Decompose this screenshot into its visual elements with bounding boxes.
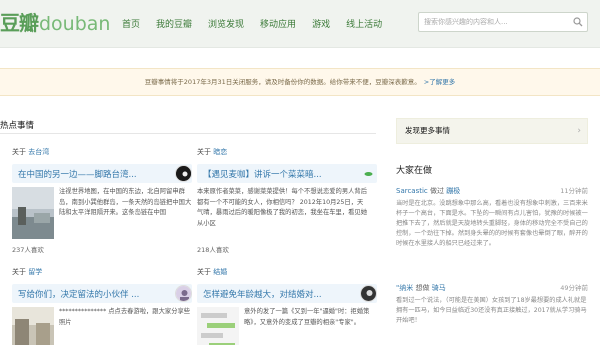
card-title[interactable]: 在中国的另一边——脚路台湾... bbox=[18, 168, 137, 180]
hot-card: 关于 留学 写给你们，决定留法的小伙伴 ... *************** … bbox=[12, 266, 192, 345]
nav-explore[interactable]: 浏览发现 bbox=[208, 17, 244, 30]
nav-my-douban[interactable]: 我的豆瓣 bbox=[156, 17, 192, 30]
card-topic: 关于 暗恋 bbox=[197, 148, 228, 156]
main-nav: 首页 我的豆瓣 浏览发现 移动应用 游戏 线上活动 bbox=[122, 17, 398, 30]
learn-more-link[interactable]: >了解更多 bbox=[424, 78, 455, 86]
card-excerpt: 本来原作者菜菜，感谢菜菜提供！每个不想说恋爱的男人背后都有一个不可能的女人，你相… bbox=[197, 188, 367, 227]
card-header[interactable]: 写给你们，决定留法的小伙伴 ... bbox=[12, 284, 192, 303]
nav-mobile-apps[interactable]: 移动应用 bbox=[260, 17, 296, 30]
card-thumbnail[interactable] bbox=[197, 307, 239, 345]
feed-text: 当时是在北京。没跳想象中那么高，看着也没有想象中刺激，三百来米杯子一个高台，下面… bbox=[396, 200, 588, 247]
card-title[interactable]: 写给你们，决定留法的小伙伴 ... bbox=[18, 288, 139, 300]
feed-timestamp: 11分钟前 bbox=[560, 187, 588, 195]
douban-logo[interactable]: 豆瓣 douban bbox=[0, 9, 110, 37]
nav-games[interactable]: 游戏 bbox=[312, 17, 330, 30]
nav-home[interactable]: 首页 bbox=[122, 17, 140, 30]
top-navigation-bar: 豆瓣 douban 首页 我的豆瓣 浏览发现 移动应用 游戏 线上活动 bbox=[0, 0, 600, 48]
card-thumbnail[interactable] bbox=[12, 307, 54, 345]
hot-card: 关于 结婚 怎样避免年龄越大，对结婚对... 意外的发了一篇《又到一年"逼婚"时… bbox=[197, 266, 377, 345]
feed-user-link[interactable]: "纳米 bbox=[396, 284, 413, 292]
street-photo-icon bbox=[12, 307, 54, 345]
logo-english: douban bbox=[39, 13, 111, 35]
notice-text: 豆瓣事情将于2017年3月31日关闭服务，请及时备份你的数据。给你带来不便，豆瓣… bbox=[144, 78, 421, 86]
feed-action: 做过 bbox=[430, 187, 445, 195]
nav-online-events[interactable]: 线上活动 bbox=[346, 17, 382, 30]
feed-text: 看到过一个说法，（可能是在美国）女孩到了18岁最想要的成人礼就是拥有一匹马，如今… bbox=[396, 297, 587, 324]
search-input[interactable] bbox=[419, 13, 569, 31]
avatar-image-icon bbox=[176, 166, 191, 181]
leaf-icon bbox=[364, 172, 373, 176]
search-icon[interactable] bbox=[573, 17, 583, 27]
card-topic: 关于 去台湾 bbox=[12, 148, 50, 156]
topic-link[interactable]: 结婚 bbox=[213, 268, 227, 276]
card-thumbnail[interactable] bbox=[12, 187, 54, 239]
shutdown-notice: 豆瓣事情将于2017年3月31日关闭服务，请及时备份你的数据。给你带来不便，豆瓣… bbox=[0, 68, 600, 96]
card-header[interactable]: 【遇见麦咖】讲诉一个菜菜暗... bbox=[197, 164, 377, 183]
card-topic: 关于 留学 bbox=[12, 268, 43, 276]
card-excerpt: 意外的发了一篇《又到一年"逼婚"时：拒婚策略》，又意外的变成了豆瓣的相亲"专家"… bbox=[244, 308, 370, 326]
avatar[interactable] bbox=[175, 285, 192, 302]
everyone-doing-heading: 大家在做 bbox=[396, 166, 433, 176]
topic-link[interactable]: 暗恋 bbox=[213, 148, 227, 156]
card-excerpt: 注视世界地图，在中国的东边，北自阿留申群岛，南到小巽他群岛，一条天然的岛链把中国… bbox=[59, 188, 192, 216]
card-header[interactable]: 在中国的另一边——脚路台湾... bbox=[12, 164, 192, 183]
feed-action: 想做 bbox=[415, 284, 430, 292]
chat-screenshot-icon bbox=[197, 307, 239, 345]
card-title[interactable]: 怎样避免年龄越大，对结婚对... bbox=[203, 288, 322, 300]
avatar[interactable] bbox=[360, 285, 377, 302]
card-header[interactable]: 怎样避免年龄越大，对结婚对... bbox=[197, 284, 377, 303]
section-divider bbox=[0, 133, 376, 134]
discover-more-button[interactable]: 发现更多事情 › bbox=[396, 118, 588, 144]
likes-count: 218人喜欢 bbox=[197, 246, 229, 254]
activity-feed-item: Sarcastic 做过 蹦极 11分钟前 当时是在北京。没跳想象中那么高，看着… bbox=[396, 186, 588, 259]
discover-more-label: 发现更多事情 bbox=[405, 126, 450, 135]
feed-timestamp: 49分钟前 bbox=[560, 284, 588, 292]
portrait-icon bbox=[176, 286, 191, 301]
hot-topics-heading: 热点事情 bbox=[0, 121, 35, 131]
topic-link[interactable]: 留学 bbox=[28, 268, 42, 276]
logo-chinese: 豆瓣 bbox=[0, 11, 39, 35]
feed-event-link[interactable]: 骑马 bbox=[432, 284, 446, 292]
hot-card: 关于 去台湾 在中国的另一边——脚路台湾... 注视世界地图，在中国的东边，北自… bbox=[12, 146, 192, 254]
card-excerpt: *************** 点点去春游啦，跟大家分享些照片 bbox=[59, 308, 191, 326]
card-topic: 关于 结婚 bbox=[197, 268, 228, 276]
seaside-photo-icon bbox=[12, 187, 54, 239]
card-title[interactable]: 【遇见麦咖】讲诉一个菜菜暗... bbox=[203, 168, 322, 180]
avatar[interactable] bbox=[360, 165, 377, 182]
portrait-icon bbox=[361, 286, 376, 301]
avatar[interactable] bbox=[175, 165, 192, 182]
search-box bbox=[418, 12, 588, 32]
hot-card: 关于 暗恋 【遇见麦咖】讲诉一个菜菜暗... 本来原作者菜菜，感谢菜菜提供！每个… bbox=[197, 146, 377, 254]
feed-user-link[interactable]: Sarcastic bbox=[396, 187, 428, 195]
activity-feed-item: "纳米 想做 骑马 49分钟前 看到过一个说法，（可能是在美国）女孩到了18岁最… bbox=[396, 283, 588, 345]
chevron-right-icon: › bbox=[577, 126, 581, 136]
likes-count: 237人喜欢 bbox=[12, 246, 44, 254]
topic-link[interactable]: 去台湾 bbox=[28, 148, 49, 156]
feed-event-link[interactable]: 蹦极 bbox=[446, 187, 460, 195]
